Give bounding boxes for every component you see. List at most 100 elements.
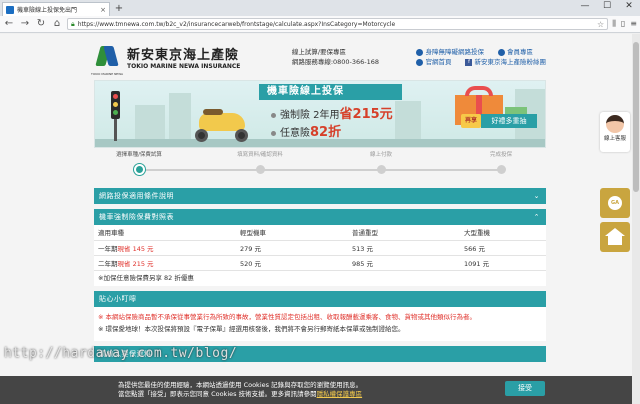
contact-title: 線上試算/要保專區 <box>291 48 347 56</box>
site-logo[interactable]: TOKIO MARINE NEWA 新安東京海上產險 TOKIO MARINE … <box>91 43 241 76</box>
tips-section-title: 貼心小叮嚀 <box>99 294 137 303</box>
step-label: 線上付款 <box>369 152 392 158</box>
privacy-link[interactable]: 隱私權保護專區 <box>317 390 363 398</box>
menu-icon[interactable]: ≡ <box>630 19 637 29</box>
price-cell: 279 元 <box>236 240 348 256</box>
price-cell: 1091 元 <box>460 255 546 271</box>
tips-section-header: 貼心小叮嚀 <box>94 290 546 307</box>
tip-line: ※ 本網站保險商品暫不承保從事營業行為所致的事故，營業性質認定包括出租、收取報酬… <box>98 312 477 321</box>
header-links: 身障無障礙網路投保 會員專區 官網首頁 f 新安東京海上產險粉絲團 <box>416 47 546 67</box>
url-text: https://www.tmnewa.com.tw/b2c_v2/insuran… <box>77 20 396 28</box>
progress-steps: 選擇車種/保費試算 填寫資料/確認資料 線上付款 完成投保 <box>94 148 546 188</box>
lock-icon: 🔒︎ <box>71 19 75 28</box>
step-2: 填寫資料/確認資料 <box>215 148 305 174</box>
bookmark-star-icon[interactable]: ☆ <box>597 20 604 29</box>
cookie-consent-bar: 為提供您最佳的使用經驗，本網站透過使用 Cookies 記錄與存取您的瀏覽使用訊… <box>0 376 632 404</box>
price-cell: 566 元 <box>460 240 546 256</box>
member-area-link[interactable]: 會員專區 <box>497 47 533 57</box>
window-controls: — ☐ ✕ <box>574 0 640 14</box>
home-icon[interactable]: ⌂ <box>51 18 63 30</box>
service-hotline: 網路服務專線:0800-366-168 <box>291 58 380 66</box>
column-header: 適用車種 <box>94 225 236 241</box>
browser-tab-strip: 機車險線上投保免出門 × + — ☐ ✕ <box>0 0 640 16</box>
contact-info: 線上試算/要保專區 網路服務專線:0800-366-168 <box>292 47 379 67</box>
minimize-button[interactable]: — <box>574 0 596 14</box>
traffic-light-icon <box>111 91 120 119</box>
facebook-icon: f <box>465 58 473 66</box>
ga-button[interactable]: GA <box>600 188 630 218</box>
step-dot <box>496 165 506 174</box>
forward-arrow-icon[interactable]: → <box>19 18 31 30</box>
ga-icon: GA <box>608 196 622 210</box>
main-content: 網路投保適用條件說明 ⌄ 機車強制險保費對照表 ⌃ 適用車種 輕型機車 普通重型… <box>94 188 546 362</box>
table-row: 二年期現省 215 元 520 元 985 元 1091 元 <box>94 255 546 271</box>
address-bar[interactable]: 🔒︎ https://www.tmnewa.com.tw/b2c_v2/insu… <box>67 18 609 30</box>
table-header-row: 適用車種 輕型機車 普通重型 大型重機 <box>94 225 546 241</box>
logo-small-text: TOKIO MARINE NEWA <box>91 72 124 76</box>
step-3: 線上付款 <box>336 148 426 174</box>
brand-name-zh: 新安東京海上產險 <box>127 48 240 63</box>
price-cell: 985 元 <box>348 255 460 271</box>
column-header: 大型重機 <box>460 225 546 241</box>
online-service-widget[interactable]: 線上客服 <box>600 112 630 152</box>
terms-section-header[interactable]: 網路投保適用條件說明 ⌄ <box>94 188 546 204</box>
tab-close-icon[interactable]: × <box>100 6 106 14</box>
step-4: 完成投保 <box>456 148 546 174</box>
rates-section-header[interactable]: 機車強制險保費對照表 ⌃ <box>94 209 546 225</box>
column-header: 普通重型 <box>348 225 460 241</box>
service-avatar-icon <box>606 115 624 133</box>
close-window-button[interactable]: ✕ <box>618 0 640 14</box>
accept-cookies-button[interactable]: 接受 <box>505 381 545 396</box>
new-tab-button[interactable]: + <box>113 3 125 15</box>
column-header: 輕型機車 <box>236 225 348 241</box>
banner-compulsory-offer: 強制險 2年用省215元 <box>271 103 393 122</box>
site-header: TOKIO MARINE NEWA 新安東京海上產險 TOKIO MARINE … <box>91 34 546 80</box>
banner-gift-badge: 好禮多重抽 <box>481 114 537 128</box>
sidebar-icon[interactable]: ▯ <box>621 19 625 29</box>
accessible-insurance-link[interactable]: 身障無障礙網路投保 <box>416 47 484 57</box>
price-cell: 520 元 <box>236 255 348 271</box>
step-1: 選擇車種/保費試算 <box>94 148 184 175</box>
back-arrow-icon[interactable]: ← <box>3 18 15 30</box>
tab-title: 機車險線上投保免出門 <box>17 7 78 14</box>
tips-panel: ※ 本網站保險商品暫不承保從事營業行為所致的事故，營業性質認定包括出租、收取報酬… <box>94 306 546 341</box>
chevron-up-icon[interactable]: ⌃ <box>534 209 540 225</box>
browser-tab[interactable]: 機車險線上投保免出門 × <box>2 2 110 16</box>
rates-section-title: 機車強制險保費對照表 <box>99 213 174 221</box>
rate-table: 適用車種 輕型機車 普通重型 大型重機 一年期現省 145 元 279 元 51… <box>94 225 546 271</box>
step-label: 完成投保 <box>489 152 512 158</box>
watermark-text: http://hardaway.com.tw/blog/ <box>4 346 238 361</box>
table-row: 一年期現省 145 元 279 元 513 元 566 元 <box>94 240 546 256</box>
logo-mark-icon: TOKIO MARINE NEWA <box>91 43 123 76</box>
step-dot <box>255 165 265 174</box>
scooter-illustration <box>187 103 257 143</box>
banner-again-badge: 再享 <box>461 114 481 128</box>
rate-table-panel: 適用車種 輕型機車 普通重型 大型重機 一年期現省 145 元 279 元 51… <box>94 225 546 286</box>
terms-section-title: 網路投保適用條件說明 <box>99 192 174 200</box>
promo-banner[interactable]: 機車險線上投保 強制險 2年用省215元 任意險82折 再享 好禮多重抽 <box>94 80 546 148</box>
cookie-text: 為提供您最佳的使用經驗，本網站透過使用 Cookies 記錄與存取您的瀏覽使用訊… <box>118 381 363 398</box>
tip-line: ※ 環保愛地球！本次投保將預設『電子保單』經選用核發後，我們將不會另行郵寄紙本保… <box>98 324 405 333</box>
reload-icon[interactable]: ↻ <box>35 18 47 30</box>
user-icon <box>497 48 505 56</box>
home-button[interactable] <box>600 222 630 252</box>
facebook-fanpage-link[interactable]: f 新安東京海上產險粉絲團 <box>465 57 546 67</box>
online-service-label: 線上客服 <box>603 136 626 142</box>
term-cell: 一年期現省 145 元 <box>94 240 236 256</box>
price-cell: 513 元 <box>348 240 460 256</box>
step-dot <box>133 164 145 175</box>
chevron-down-icon[interactable]: ⌄ <box>534 188 540 204</box>
banner-voluntary-offer: 任意險82折 <box>271 121 341 140</box>
brand-name-en: TOKIO MARINE NEWA INSURANCE <box>127 63 241 70</box>
house-icon <box>605 228 625 236</box>
term-cell: 二年期現省 215 元 <box>94 255 236 271</box>
page-scrollbar[interactable] <box>632 34 640 404</box>
browser-toolbar: ⫼ ▯ ≡ <box>612 19 637 29</box>
accessibility-icon <box>416 48 424 56</box>
library-icon[interactable]: ⫼ <box>612 19 616 29</box>
browser-nav-bar: ← → ↻ ⌂ 🔒︎ https://www.tmnewa.com.tw/b2c… <box>0 16 640 33</box>
step-label: 填寫資料/確認資料 <box>237 152 283 158</box>
maximize-button[interactable]: ☐ <box>596 0 618 14</box>
official-home-link[interactable]: 官網首頁 <box>416 57 451 67</box>
globe-icon <box>416 58 424 66</box>
